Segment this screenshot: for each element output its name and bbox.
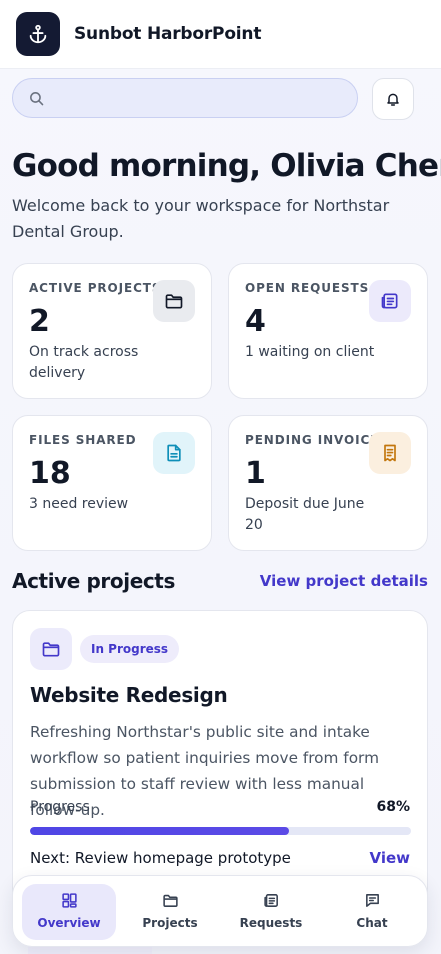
project-title: Website Redesign — [30, 683, 228, 707]
stat-label: PENDING INVOICES — [245, 433, 389, 447]
stat-value: 2 — [29, 304, 50, 339]
stat-note: Deposit due June 20 — [245, 496, 365, 533]
stat-label: OPEN REQUESTS — [245, 281, 370, 295]
bell-icon — [387, 93, 399, 106]
nav-requests[interactable]: Requests — [224, 884, 318, 940]
welcome-text: Welcome back to your workspace for North… — [12, 196, 390, 241]
progress-bar — [30, 827, 411, 835]
stat-value: 4 — [245, 304, 266, 339]
nav-overview[interactable]: Overview — [22, 884, 116, 940]
nav-label: Requests — [239, 916, 303, 930]
request-list-icon — [369, 280, 411, 322]
view-project-link[interactable]: View — [369, 849, 410, 867]
request-list-icon — [264, 894, 278, 907]
stat-note: On track across delivery — [29, 344, 139, 381]
folder-icon — [163, 894, 178, 907]
app-header: Sunbot HarborPoint — [0, 0, 441, 69]
nav-chat[interactable]: Chat — [325, 884, 419, 940]
stat-card-active-projects[interactable]: ACTIVE PROJECTS 2 On track across delive… — [12, 263, 212, 399]
stat-card-open-requests[interactable]: OPEN REQUESTS 4 1 waiting on client — [228, 263, 428, 399]
view-project-details-link[interactable]: View project details — [260, 572, 428, 590]
nav-projects[interactable]: Projects — [123, 884, 217, 940]
progress-fill — [30, 827, 290, 835]
progress-label: Progress — [30, 799, 90, 815]
progress-value: 68% — [376, 799, 410, 815]
section-title: Active projects — [12, 569, 175, 593]
stat-value: 1 — [245, 456, 266, 491]
stat-card-pending-invoices[interactable]: PENDING INVOICES 1 Deposit due June 20 — [228, 415, 428, 551]
page-title: Good morning, Olivia Chen — [12, 148, 441, 184]
grid-icon — [62, 893, 77, 908]
folder-icon — [30, 628, 72, 670]
anchor-icon — [29, 24, 47, 44]
brand-name: Sunbot HarborPoint — [74, 24, 262, 44]
stat-label: FILES SHARED — [29, 433, 137, 447]
bottom-nav: Overview Projects Requests Chat — [12, 875, 428, 947]
nav-label: Chat — [356, 916, 388, 930]
document-icon — [153, 432, 195, 474]
search-input[interactable] — [55, 85, 345, 111]
folder-icon — [153, 280, 195, 322]
search-bar[interactable] — [12, 78, 358, 118]
nav-label: Overview — [37, 916, 101, 930]
stat-label: ACTIVE PROJECTS — [29, 281, 162, 295]
stat-card-files-shared[interactable]: FILES SHARED 18 3 need review — [12, 415, 212, 551]
invoice-icon — [369, 432, 411, 474]
search-icon — [30, 92, 44, 106]
app-logo[interactable] — [16, 12, 60, 56]
chat-icon — [366, 894, 379, 907]
stat-value: 18 — [29, 456, 71, 491]
status-badge: In Progress — [80, 635, 180, 663]
nav-label: Projects — [142, 916, 198, 930]
next-step: Next: Review homepage prototype — [30, 849, 291, 867]
notifications-button[interactable] — [372, 78, 414, 120]
stat-note: 3 need review — [29, 496, 129, 512]
stat-note: 1 waiting on client — [245, 344, 375, 360]
